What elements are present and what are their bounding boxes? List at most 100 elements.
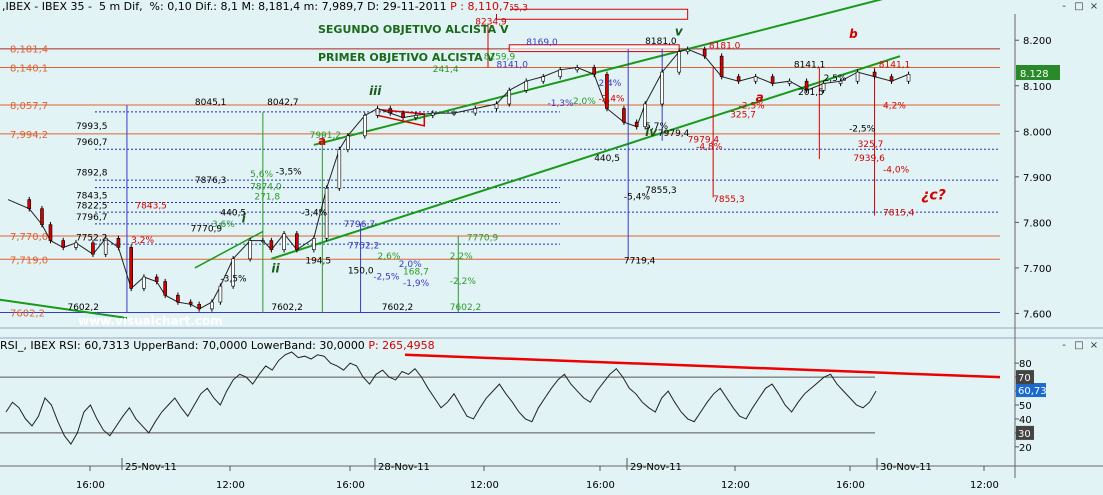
candle-body bbox=[855, 71, 860, 82]
candle-body bbox=[48, 224, 53, 241]
price-annotation: -2,4% bbox=[598, 95, 625, 105]
time-axis-label: 16:00 bbox=[586, 480, 615, 491]
time-axis-label: 12:00 bbox=[470, 480, 499, 491]
candle-body bbox=[558, 69, 563, 77]
level-left-label: 8,181,4 bbox=[10, 45, 48, 56]
maximize-button[interactable]: □ bbox=[1072, 1, 1086, 12]
price-annotation: -2,5% bbox=[849, 124, 876, 134]
time-axis-label: 12:00 bbox=[970, 480, 999, 491]
price-annotation: 325,7 bbox=[730, 111, 756, 121]
candle-body bbox=[312, 238, 316, 250]
rsi-band-label: 70 bbox=[1018, 373, 1031, 384]
level-left-label: 7,770,0 bbox=[10, 232, 48, 243]
candle-body bbox=[27, 199, 32, 210]
candle-body bbox=[685, 49, 690, 52]
candle-body bbox=[375, 108, 380, 116]
price-annotation: 8141,1 bbox=[794, 61, 826, 71]
candle-body bbox=[210, 301, 214, 310]
price-annotation: -1,9% bbox=[403, 279, 430, 289]
candle-body bbox=[154, 276, 159, 282]
candle-body bbox=[736, 76, 741, 82]
chart-header: ,IBEX - IBEX 35 - 5 m Dif, %: 0,10 Dif.:… bbox=[0, 0, 510, 14]
candle-body bbox=[337, 149, 342, 189]
rsi-maximize-button[interactable]: □ bbox=[1072, 340, 1086, 351]
time-axis-label: 16:00 bbox=[76, 480, 105, 491]
candle-body bbox=[507, 90, 512, 105]
price-annotation: 7770,9 bbox=[467, 234, 499, 244]
price-annotation: 194,5 bbox=[305, 256, 331, 266]
candle-body bbox=[248, 240, 252, 260]
price-annotation: 7874,0 bbox=[250, 183, 282, 193]
wave-label: iii bbox=[369, 84, 382, 98]
candle-body bbox=[906, 74, 911, 82]
price-annotation: 7602,2 bbox=[271, 303, 303, 313]
time-axis-label: 16:00 bbox=[836, 480, 865, 491]
candle-body bbox=[494, 103, 499, 109]
rsi-value-label: 60,73 bbox=[1018, 386, 1047, 397]
candle-body bbox=[188, 301, 193, 305]
price-annotation: 241,4 bbox=[433, 65, 459, 75]
candle-body bbox=[787, 80, 792, 84]
price-annotation: 2,4% bbox=[598, 79, 621, 89]
price-annotation: 2,5% bbox=[824, 74, 847, 84]
candle-body bbox=[91, 242, 95, 255]
candle-body bbox=[719, 55, 724, 77]
price-annotation: 440,5 bbox=[594, 154, 620, 164]
price-annotation: -3,5% bbox=[276, 168, 303, 178]
price-annotation: 3,2% bbox=[131, 236, 154, 246]
date-label: 28-Nov-11 bbox=[378, 462, 430, 473]
rsi-header: RSI_, IBEX RSI: 60,7313 UpperBand: 70,00… bbox=[0, 339, 435, 352]
price-annotation: 271,8 bbox=[254, 193, 280, 203]
candle-body bbox=[677, 51, 681, 73]
price-annotation: -4,8% bbox=[696, 143, 723, 153]
candle-body bbox=[129, 247, 133, 289]
candle-body bbox=[473, 108, 478, 114]
date-label: 30-Nov-11 bbox=[880, 462, 932, 473]
current-price-label: 8.128 bbox=[1020, 69, 1049, 80]
candle-body bbox=[261, 240, 265, 242]
correction-label: b bbox=[849, 27, 858, 41]
candle-body bbox=[575, 67, 580, 71]
price-annotation: 7960,7 bbox=[76, 138, 108, 148]
level-left-label: 7602,2 bbox=[10, 308, 45, 319]
candle-body bbox=[702, 49, 707, 57]
level-left-label: 8,140,1 bbox=[10, 63, 48, 74]
price-annotation: 7602,2 bbox=[382, 303, 414, 313]
price-annotation: 7796,7 bbox=[76, 213, 108, 223]
price-annotation: -2,5% bbox=[373, 272, 400, 282]
price-annotation: -3,5% bbox=[220, 275, 247, 285]
price-annotation: 150,0 bbox=[348, 266, 374, 276]
price-annotation: 2,6% bbox=[378, 252, 401, 262]
candle-body bbox=[401, 112, 405, 118]
price-axis-label: 8.300 bbox=[1023, 0, 1052, 2]
price-axis-label: 7.600 bbox=[1023, 309, 1052, 320]
price-axis-label: 7.800 bbox=[1023, 218, 1052, 229]
chart-window-buttons: - □ × bbox=[1056, 1, 1101, 13]
price-annotation: 7752,2 bbox=[76, 234, 108, 244]
time-axis-label: 12:00 bbox=[216, 480, 245, 491]
candle-body bbox=[541, 76, 546, 82]
price-annotation: 7843,5 bbox=[135, 202, 167, 212]
price-annotation: 7843,5 bbox=[76, 192, 108, 202]
candle-body bbox=[295, 233, 299, 250]
price-axis-label: 8.200 bbox=[1023, 36, 1052, 47]
level-left-label: 8,057,7 bbox=[10, 101, 48, 112]
price-annotation: 8181,0 bbox=[709, 41, 741, 51]
price-annotation: 325,7 bbox=[858, 140, 884, 150]
minimize-button[interactable]: - bbox=[1057, 1, 1071, 12]
candle-body bbox=[346, 135, 350, 150]
price-annotation: 7815,4 bbox=[883, 209, 915, 219]
rsi-close-button[interactable]: × bbox=[1087, 340, 1101, 351]
close-button[interactable]: × bbox=[1087, 1, 1101, 12]
price-annotation: -1,3% bbox=[547, 99, 574, 109]
rsi-minimize-button[interactable]: - bbox=[1057, 340, 1071, 351]
price-axis-label: 8.100 bbox=[1023, 82, 1052, 93]
price-annotation: -4,0% bbox=[883, 165, 910, 175]
rsi-pane-bg bbox=[0, 352, 1103, 458]
price-annotation: 2,0% bbox=[573, 97, 596, 107]
header-close-price: P : 8,110,7 bbox=[450, 0, 510, 13]
price-annotation: 3,6% bbox=[212, 220, 235, 230]
price-annotation: 7602,2 bbox=[67, 303, 99, 313]
price-annotation: 7855,3 bbox=[713, 195, 745, 205]
candle-body bbox=[142, 276, 146, 289]
